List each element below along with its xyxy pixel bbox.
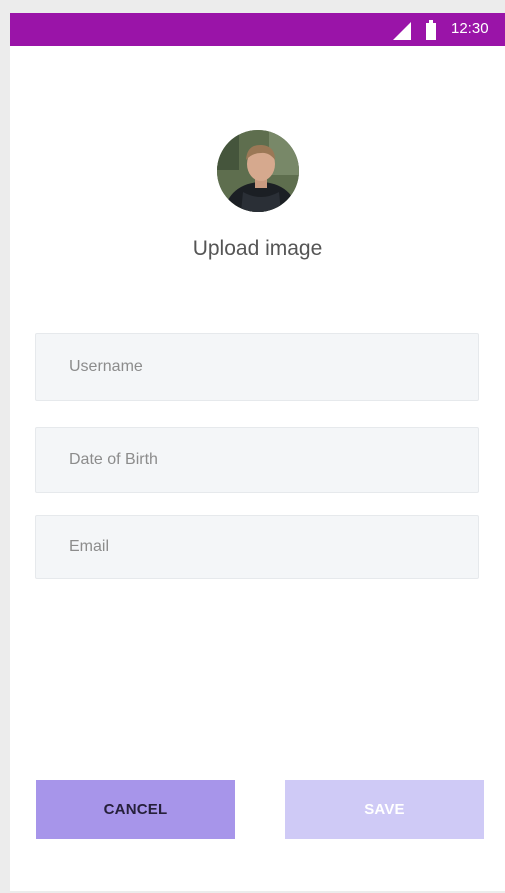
avatar[interactable] (217, 130, 299, 212)
cancel-button[interactable]: CANCEL (36, 780, 235, 839)
username-input[interactable] (36, 334, 478, 400)
save-button[interactable]: SAVE (285, 780, 484, 839)
signal-icon (393, 22, 411, 40)
battery-icon (426, 20, 436, 40)
date-of-birth-input[interactable] (36, 428, 478, 492)
email-field (35, 515, 479, 579)
upload-image-link[interactable]: Upload image (10, 237, 505, 261)
status-bar: 12:30 (10, 13, 505, 46)
date-of-birth-field (35, 427, 479, 493)
app-screen: 12:30 Upload image CANCEL SAVE (10, 13, 505, 891)
username-field (35, 333, 479, 401)
status-time: 12:30 (451, 20, 489, 37)
email-input[interactable] (36, 516, 478, 578)
